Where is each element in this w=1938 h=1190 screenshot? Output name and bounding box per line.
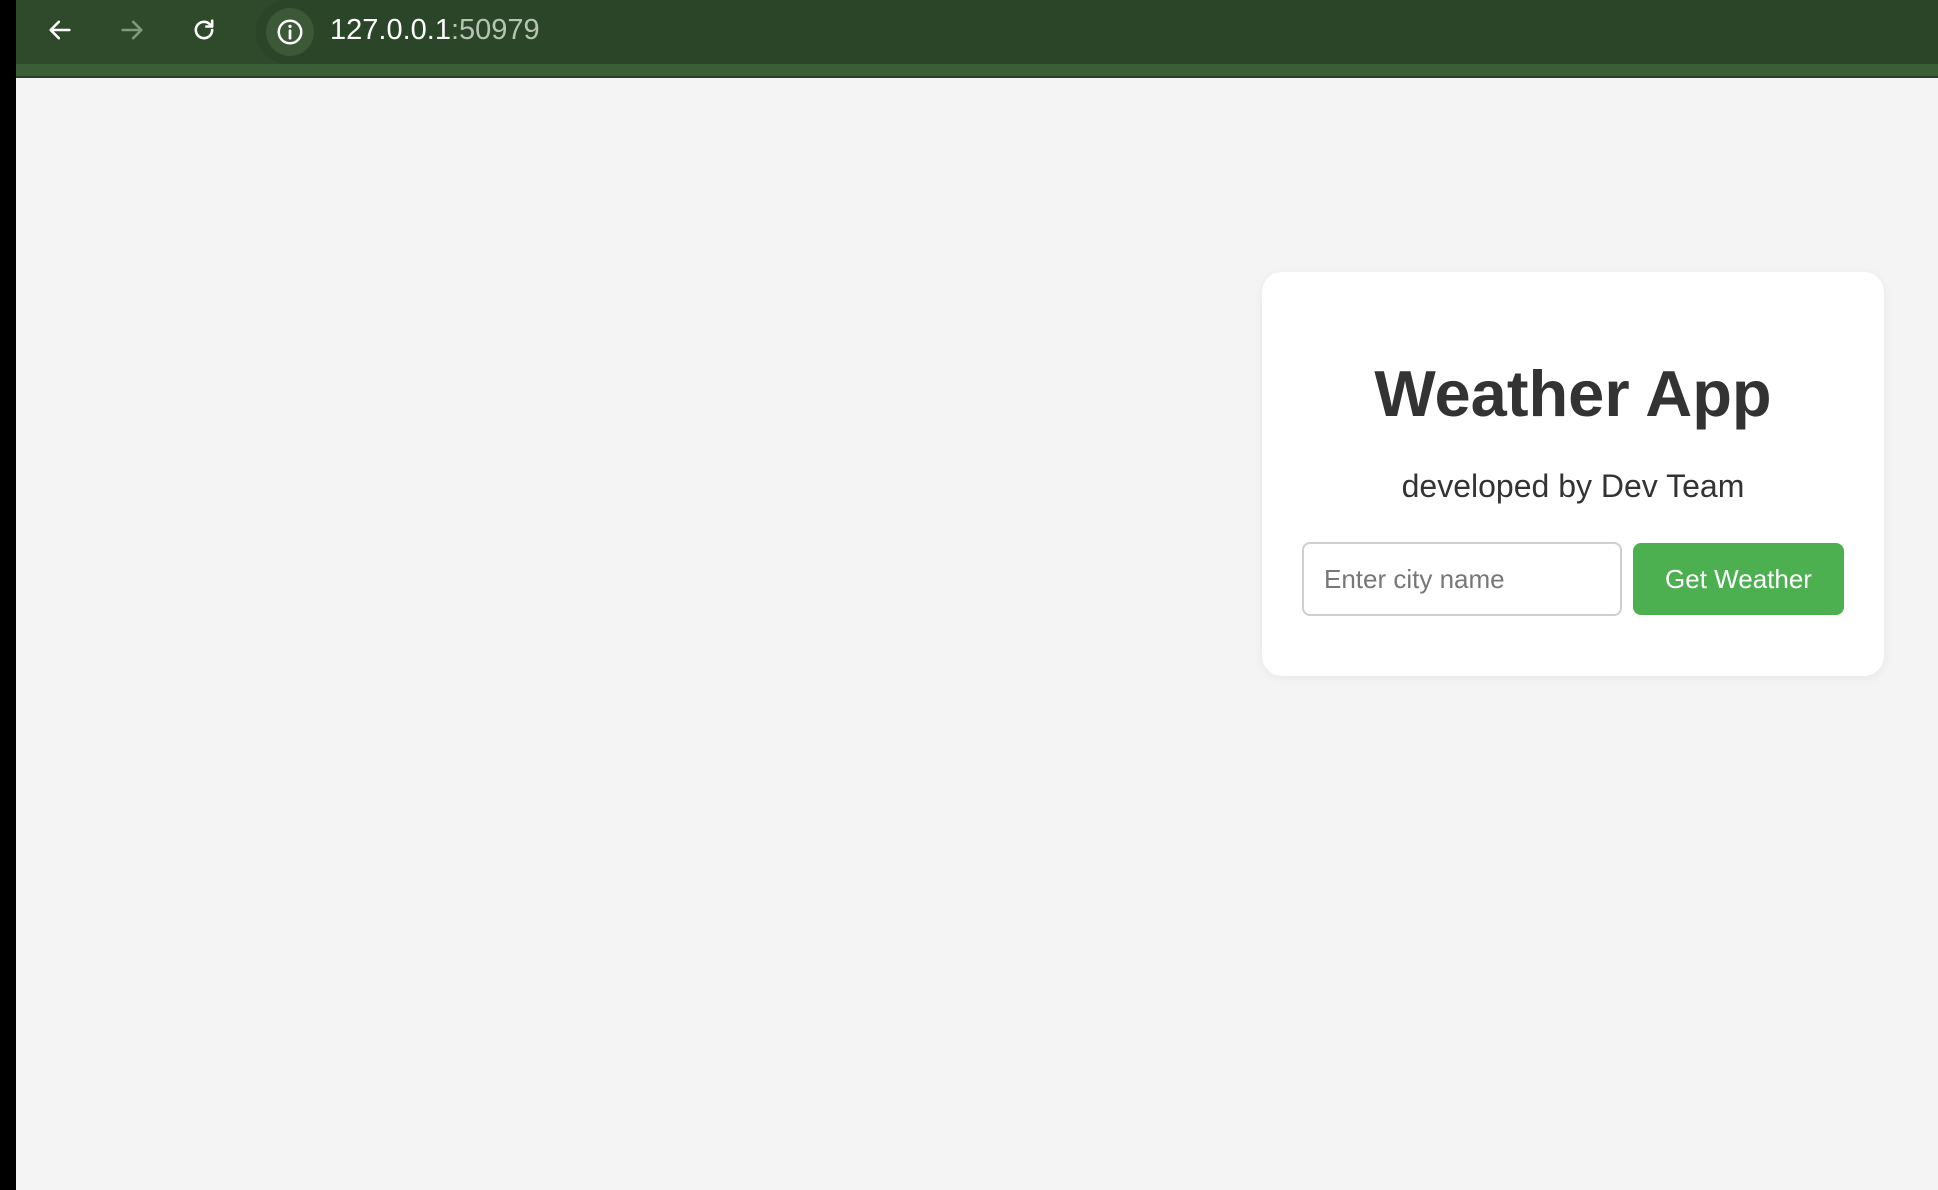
info-icon <box>277 19 303 45</box>
page-title: Weather App <box>1374 357 1772 430</box>
city-input[interactable] <box>1302 542 1622 616</box>
url-port: :50979 <box>450 14 540 46</box>
back-button[interactable] <box>36 8 84 52</box>
get-weather-button[interactable]: Get Weather <box>1633 543 1844 615</box>
url-host: 127.0.0.1 <box>330 14 451 46</box>
reload-button[interactable] <box>180 8 228 52</box>
arrow-left-icon <box>49 20 71 40</box>
page-subtitle: developed by Dev Team <box>1401 468 1745 504</box>
url-text[interactable]: 127.0.0.1:50979 <box>330 12 540 48</box>
toolbar-divider <box>16 64 1938 78</box>
weather-card: Weather App developed by Dev Team Get We… <box>1262 272 1884 676</box>
site-info-button[interactable] <box>266 8 314 56</box>
forward-button[interactable] <box>108 8 156 52</box>
window-edge <box>0 0 16 1190</box>
page-content: Weather App developed by Dev Team Get We… <box>16 78 1938 1190</box>
reload-icon <box>194 19 214 40</box>
arrow-right-icon <box>121 20 143 40</box>
